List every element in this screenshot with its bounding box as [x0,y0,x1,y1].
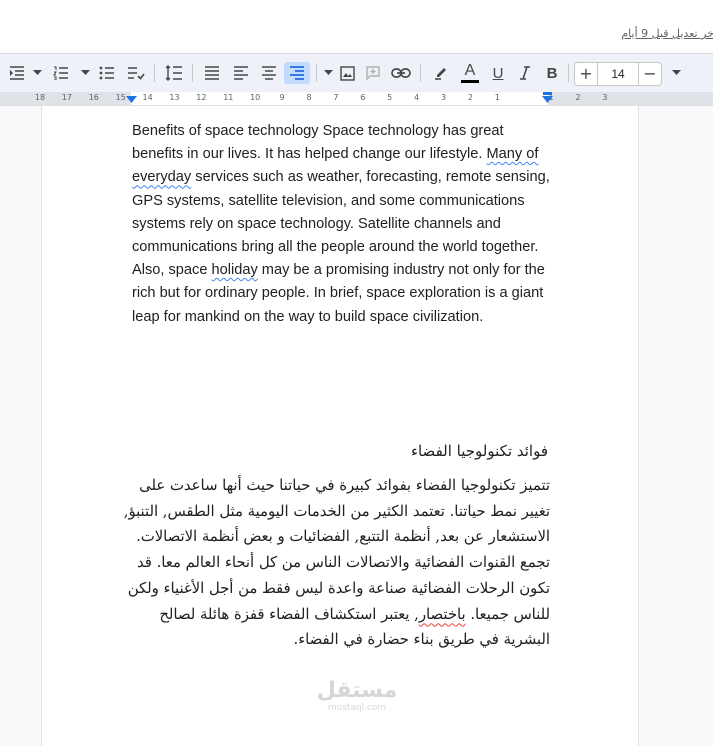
right-indent-marker-icon[interactable] [542,92,553,104]
ruler-label: 9 [279,93,285,102]
ruler-label: 7 [333,93,339,102]
arabic-text-run: تتميز تكنولوجيا الفضاء بفوائد كبيرة في ح… [123,477,550,623]
toolbar-separator [154,64,155,82]
ruler-label: 15 [115,93,126,102]
font-size-increase-button[interactable]: + [575,63,597,85]
text-color-swatch [461,79,479,83]
ruler-label: 13 [169,93,180,102]
english-paragraph[interactable]: Benefits of space technology Space techn… [132,120,552,329]
line-spacing-icon[interactable] [162,62,186,84]
horizontal-ruler[interactable]: 181716151413121110987654321123 [0,92,713,106]
arabic-paragraph[interactable]: تتميز تكنولوجيا الفضاء بفوائد كبيرة في ح… [120,473,550,653]
text-color-button[interactable]: A [457,62,483,84]
bulleted-list-icon[interactable] [96,62,118,84]
indent-dropdown-chevron-icon[interactable] [30,62,44,84]
toolbar-separator [316,64,317,82]
bold-button[interactable]: B [541,62,563,84]
spelling-error[interactable]: باختصار [419,606,466,623]
ruler-label: 6 [360,93,366,102]
ruler-label: 3 [440,93,447,102]
font-size-input[interactable]: 14 [597,63,639,85]
formatting-toolbar: A U B + 14 − [0,53,713,92]
ruler-label: 5 [387,93,393,102]
align-right-icon[interactable] [284,62,310,84]
ruler-label: 12 [196,93,207,102]
ruler-label: 2 [575,93,581,102]
underline-button[interactable]: U [487,62,509,84]
toolbar-separator [568,64,569,82]
align-justify-icon[interactable] [200,62,224,84]
ruler-label: 11 [223,93,234,102]
insert-image-chevron-icon[interactable] [321,62,335,84]
toolbar-separator [420,64,421,82]
ruler-label: 3 [602,93,608,102]
ruler-label: 16 [88,93,99,102]
last-edit-link[interactable]: آخر تعديل قبل 9 أيام [621,27,713,40]
indent-icon[interactable] [6,62,28,84]
numbered-list-chevron-icon[interactable] [78,62,92,84]
ruler-label: 18 [34,93,46,102]
checklist-icon[interactable] [124,62,148,84]
ruler-label: 1 [494,93,500,102]
toolbar-separator [192,64,193,82]
font-size-control: + 14 − [574,62,662,86]
ruler-label: 4 [414,93,420,102]
title-bar: آخر تعديل قبل 9 أيام [0,0,713,52]
italic-icon[interactable] [514,62,536,84]
ruler-label: 17 [61,93,72,102]
ruler-label: 2 [467,93,473,102]
text-color-label: A [464,61,476,79]
ruler-label: 8 [306,93,312,102]
font-size-decrease-button[interactable]: − [639,63,661,85]
align-center-icon[interactable] [257,62,281,84]
add-comment-icon[interactable] [362,62,384,84]
underline-label: U [492,64,504,82]
insert-link-icon[interactable] [388,62,414,84]
bold-label: B [546,64,558,82]
ruler-right-margin [548,92,713,105]
align-left-icon[interactable] [229,62,253,84]
left-indent-marker-icon[interactable] [126,96,137,104]
highlight-color-icon[interactable] [429,62,453,84]
insert-image-icon[interactable] [336,62,358,84]
ruler-label: 10 [250,93,261,102]
numbered-list-icon[interactable] [50,62,72,84]
english-text-run: Benefits of space technology Space techn… [132,123,504,163]
ruler-label: 14 [142,93,153,102]
font-dropdown-chevron-icon[interactable] [668,62,684,84]
arabic-heading[interactable]: فوائد تكنولوجيا الفضاء [330,438,548,464]
grammar-suggestion[interactable]: holiday [212,262,258,278]
